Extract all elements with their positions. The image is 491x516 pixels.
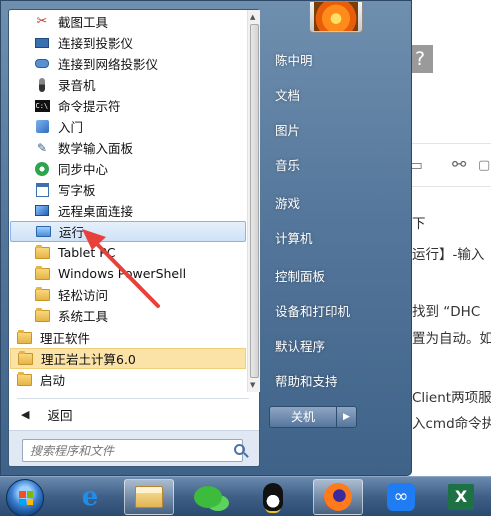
getting-started-icon — [34, 119, 50, 135]
user-avatar[interactable] — [309, 1, 363, 33]
cmd-icon: C:\ — [34, 99, 50, 112]
flower-picture-icon — [314, 2, 358, 31]
run-icon — [35, 224, 51, 240]
scrollbar-thumb[interactable] — [250, 24, 259, 378]
search-input[interactable] — [22, 439, 243, 462]
file-explorer-icon — [135, 486, 163, 508]
excel-icon: X — [448, 484, 474, 510]
program-folder-lizheng-software[interactable]: 理正软件 — [10, 327, 246, 348]
right-item-default-programs[interactable]: 默认程序 — [271, 334, 396, 360]
programs-list: ✂ 截图工具 连接到投影仪 连接到网络投影仪 录音机 C:\ 命令提示符 入门 … — [10, 10, 246, 392]
article-line: 运行】-输入 — [412, 247, 485, 263]
program-folder-tablet-pc[interactable]: Tablet PC — [10, 242, 246, 263]
divider — [17, 398, 249, 399]
search-area — [9, 430, 259, 466]
article-toolbar: ▭ ⚯ ▢ — [400, 143, 491, 187]
folder-icon — [16, 329, 32, 346]
right-item-help-support[interactable]: 帮助和支持 — [271, 369, 396, 395]
taskbar-cloud-disk[interactable]: ∞ — [376, 479, 426, 515]
taskbar-file-explorer[interactable] — [124, 479, 174, 515]
folder-icon — [34, 244, 50, 261]
right-item-computer[interactable]: 计算机 — [271, 226, 396, 252]
article-line: 入cmd命令执 — [412, 416, 491, 432]
shutdown-button[interactable]: 关机 — [269, 406, 337, 428]
remote-desktop-icon — [34, 203, 50, 219]
firefox-icon — [324, 483, 352, 511]
program-item-network-projector[interactable]: 连接到网络投影仪 — [10, 53, 246, 74]
sync-icon — [34, 161, 50, 177]
program-item-sound-recorder[interactable]: 录音机 — [10, 74, 246, 95]
article-line: Client两项服 — [412, 390, 491, 406]
back-arrow-icon: ◀ — [21, 407, 30, 421]
article-line: 找到 “DHC — [412, 304, 481, 320]
wordpad-icon — [34, 182, 50, 198]
program-item-snipping-tool[interactable]: ✂ 截图工具 — [10, 11, 246, 32]
microphone-icon — [34, 77, 50, 93]
right-item-user[interactable]: 陈中明 — [271, 48, 396, 74]
folder-icon — [34, 286, 50, 303]
program-item-sync-center[interactable]: 同步中心 — [10, 158, 246, 179]
qq-penguin-icon — [263, 483, 283, 511]
start-menu: ✂ 截图工具 连接到投影仪 连接到网络投影仪 录音机 C:\ 命令提示符 入门 … — [0, 0, 412, 476]
program-item-run[interactable]: 运行 — [10, 221, 246, 242]
program-folder-powershell[interactable]: Windows PowerShell — [10, 263, 246, 284]
scissors-icon: ✂ — [36, 13, 48, 29]
math-panel-icon: ✎ — [36, 140, 48, 155]
chevron-right-icon: ▶ — [343, 412, 350, 422]
shutdown-options-button[interactable]: ▶ — [337, 406, 357, 428]
program-folder-lizheng-geotech[interactable]: 理正岩土计算6.0 — [10, 348, 246, 369]
cloud-sync-icon: ∞ — [387, 483, 415, 511]
scroll-down-icon[interactable]: ▼ — [250, 381, 255, 389]
taskbar-wechat[interactable] — [183, 479, 233, 515]
comment-icon[interactable]: ▢ — [478, 158, 490, 173]
program-item-remote-desktop[interactable]: 远程桌面连接 — [10, 200, 246, 221]
program-folder-system-tools[interactable]: 系统工具 — [10, 305, 246, 326]
link-icon[interactable]: ⚯ — [452, 154, 472, 176]
wechat-icon — [194, 486, 222, 508]
network-projector-icon — [34, 56, 50, 72]
folder-icon — [34, 265, 50, 282]
taskbar-qq[interactable] — [248, 479, 298, 515]
taskbar-ie[interactable]: e — [65, 479, 115, 515]
folder-icon — [17, 350, 33, 367]
program-folder-accessibility[interactable]: 轻松访问 — [10, 284, 246, 305]
scroll-up-icon[interactable]: ▲ — [250, 13, 255, 21]
program-item-wordpad[interactable]: 写字板 — [10, 179, 246, 200]
folder-icon — [16, 371, 32, 388]
internet-explorer-icon: e — [81, 482, 99, 512]
program-item-command-prompt[interactable]: C:\ 命令提示符 — [10, 95, 246, 116]
taskbar: e ∞ X — [0, 476, 491, 516]
program-item-projector[interactable]: 连接到投影仪 — [10, 32, 246, 53]
projector-icon — [34, 35, 50, 51]
right-item-documents[interactable]: 文档 — [271, 83, 396, 109]
back-button[interactable]: ◀ 返回 — [15, 400, 245, 428]
right-item-devices-printers[interactable]: 设备和打印机 — [271, 299, 396, 325]
right-item-music[interactable]: 音乐 — [271, 153, 396, 179]
program-folder-startup[interactable]: 启动 — [10, 369, 246, 390]
taskbar-excel[interactable]: X — [436, 479, 486, 515]
programs-scrollbar[interactable]: ▲ ▼ — [247, 10, 260, 392]
right-item-control-panel[interactable]: 控制面板 — [271, 264, 396, 290]
program-item-math-input-panel[interactable]: ✎ 数学输入面板 — [10, 137, 246, 158]
search-icon[interactable] — [234, 444, 245, 455]
right-item-games[interactable]: 游戏 — [271, 191, 396, 217]
right-item-pictures[interactable]: 图片 — [271, 118, 396, 144]
folder-icon — [34, 307, 50, 324]
programs-pane: ✂ 截图工具 连接到投影仪 连接到网络投影仪 录音机 C:\ 命令提示符 入门 … — [8, 9, 260, 467]
windows-logo-icon[interactable] — [6, 479, 44, 516]
article-line: 置为自动。如 — [412, 331, 491, 347]
article-line: 下 — [412, 216, 426, 232]
taskbar-firefox[interactable] — [313, 479, 363, 515]
program-item-getting-started[interactable]: 入门 — [10, 116, 246, 137]
